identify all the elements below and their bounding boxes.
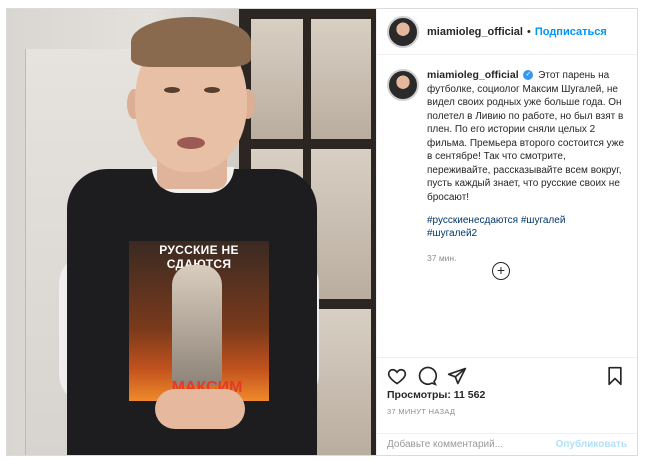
publish-button[interactable]: Опубликовать bbox=[556, 439, 627, 450]
eye-right bbox=[204, 87, 220, 93]
shirt-print-figure bbox=[172, 265, 222, 385]
person-figure: РУССКИЕ НЕ СДАЮТСЯ МАКСИМ bbox=[7, 9, 376, 455]
post-media-video[interactable]: РУССКИЕ НЕ СДАЮТСЯ МАКСИМ bbox=[7, 9, 376, 455]
caption-section: miamioleg_official ✓ Этот парень на футб… bbox=[387, 69, 627, 266]
verified-badge-icon: ✓ bbox=[523, 70, 534, 81]
header-username[interactable]: miamioleg_official bbox=[427, 26, 523, 38]
header-separator: • bbox=[526, 25, 531, 38]
caption-time: 37 мин. bbox=[427, 253, 457, 263]
caption-avatar[interactable] bbox=[387, 69, 419, 101]
bookmark-icon[interactable] bbox=[605, 366, 625, 386]
post-header: miamioleg_official • Подписаться bbox=[377, 9, 637, 55]
comment-input[interactable] bbox=[387, 439, 556, 450]
comment-box: Опубликовать bbox=[377, 433, 637, 455]
caption-text: Этот парень на футболке, социолог Максим… bbox=[427, 70, 625, 203]
hair bbox=[131, 17, 251, 67]
caption-body: miamioleg_official ✓ Этот парень на футб… bbox=[427, 69, 627, 266]
hashtag-link[interactable]: #шугалей bbox=[521, 215, 566, 226]
caption-username[interactable]: miamioleg_official bbox=[427, 69, 519, 81]
avatar[interactable] bbox=[387, 15, 419, 48]
hashtag-link[interactable]: #русскиенесдаются bbox=[427, 215, 518, 226]
eye-left bbox=[164, 87, 180, 93]
share-icon[interactable] bbox=[447, 366, 467, 386]
views-count[interactable]: Просмотры: 11 562 bbox=[387, 389, 485, 401]
load-more-comments-icon[interactable]: + bbox=[492, 262, 510, 280]
comment-icon[interactable] bbox=[417, 366, 438, 386]
hashtags: #русскиенесдаются #шугалей #шугалей2 bbox=[427, 214, 627, 240]
instagram-post: РУССКИЕ НЕ СДАЮТСЯ МАКСИМ miamioleg_offi… bbox=[6, 8, 638, 456]
action-bar bbox=[377, 357, 637, 387]
hashtag-link[interactable]: #шугалей2 bbox=[427, 228, 477, 239]
hands bbox=[155, 389, 245, 429]
mouth bbox=[177, 137, 205, 149]
posted-time: 37 МИНУТ НАЗАД bbox=[387, 407, 456, 416]
post-side-panel: miamioleg_official • Подписаться miamiol… bbox=[376, 9, 637, 455]
heart-icon[interactable] bbox=[387, 366, 407, 386]
follow-button[interactable]: Подписаться bbox=[535, 26, 607, 38]
caption-row: miamioleg_official ✓ Этот парень на футб… bbox=[387, 69, 627, 266]
